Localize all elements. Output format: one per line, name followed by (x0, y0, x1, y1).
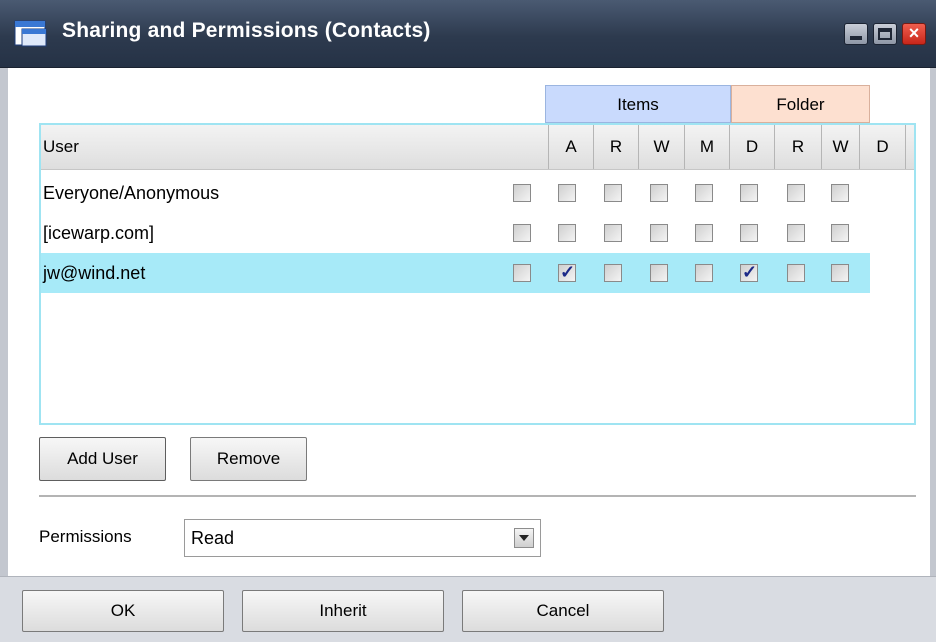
permission-checkbox-folder-w[interactable] (787, 184, 805, 202)
cancel-button[interactable]: Cancel (462, 590, 664, 632)
permission-checkbox-a[interactable] (513, 224, 531, 242)
folder-group-header: Folder (731, 85, 870, 123)
permission-checkbox-folder-r[interactable] (740, 184, 758, 202)
permission-checkbox-folder-w[interactable] (787, 264, 805, 282)
table-row[interactable]: Everyone/Anonymous (41, 173, 870, 213)
permission-checkbox-folder-d[interactable] (831, 184, 849, 202)
permission-checkbox-items-m[interactable] (650, 264, 668, 282)
permission-checkbox-items-w[interactable] (604, 264, 622, 282)
add-user-button[interactable]: Add User (39, 437, 166, 481)
inherit-button[interactable]: Inherit (242, 590, 444, 632)
column-items-w[interactable]: W (639, 125, 685, 169)
permission-checkbox-items-m[interactable] (650, 184, 668, 202)
column-user[interactable]: User (41, 125, 549, 169)
column-folder-w[interactable]: W (822, 125, 860, 169)
user-name: [icewarp.com] (43, 223, 155, 243)
window-frame-left (0, 68, 8, 641)
permission-checkbox-items-m[interactable] (650, 224, 668, 242)
title-bar: Sharing and Permissions (Contacts) × (0, 0, 936, 68)
column-a[interactable]: A (549, 125, 594, 169)
permission-checkbox-a[interactable] (513, 264, 531, 282)
user-name: Everyone/Anonymous (43, 183, 220, 203)
permission-checkbox-items-w[interactable] (604, 224, 622, 242)
items-group-header: Items (545, 85, 731, 123)
permission-checkbox-folder-d[interactable] (831, 264, 849, 282)
permission-checkbox-items-d[interactable] (695, 224, 713, 242)
permissions-value: Read (191, 528, 235, 548)
permission-checkbox-a[interactable] (513, 184, 531, 202)
permission-checkbox-items-d[interactable] (695, 184, 713, 202)
permission-checkbox-folder-d[interactable] (831, 224, 849, 242)
permission-checkbox-items-d[interactable] (695, 264, 713, 282)
remove-button[interactable]: Remove (190, 437, 307, 481)
column-items-m[interactable]: M (685, 125, 730, 169)
window-icon (14, 20, 47, 47)
column-folder-r[interactable]: R (775, 125, 822, 169)
column-items-d[interactable]: D (730, 125, 775, 169)
permissions-list[interactable]: User A R W M D R W D Everyone/Anonymous [… (39, 123, 916, 425)
table-row[interactable]: [icewarp.com] (41, 213, 870, 253)
permission-checkbox-items-r[interactable] (558, 184, 576, 202)
maximize-icon[interactable] (873, 23, 897, 45)
separator (39, 495, 916, 498)
window-frame-right (930, 68, 936, 641)
window-title: Sharing and Permissions (Contacts) (62, 19, 431, 42)
column-folder-d[interactable]: D (860, 125, 906, 169)
permission-checkbox-folder-r[interactable] (740, 260, 758, 284)
permission-checkbox-items-w[interactable] (604, 184, 622, 202)
table-row[interactable]: jw@wind.net (41, 253, 870, 293)
permission-checkbox-folder-w[interactable] (787, 224, 805, 242)
ok-button[interactable]: OK (22, 590, 224, 632)
chevron-down-icon[interactable] (514, 528, 534, 548)
permissions-dropdown[interactable]: Read (184, 519, 541, 557)
close-icon[interactable]: × (902, 23, 926, 45)
column-items-r[interactable]: R (594, 125, 639, 169)
permissions-label: Permissions (39, 527, 132, 546)
column-header: User A R W M D R W D (41, 125, 914, 170)
permission-checkbox-items-r[interactable] (558, 224, 576, 242)
permission-checkbox-folder-r[interactable] (740, 224, 758, 242)
minimize-icon[interactable] (844, 23, 868, 45)
permission-checkbox-items-r[interactable] (558, 260, 576, 284)
user-name: jw@wind.net (43, 263, 146, 283)
